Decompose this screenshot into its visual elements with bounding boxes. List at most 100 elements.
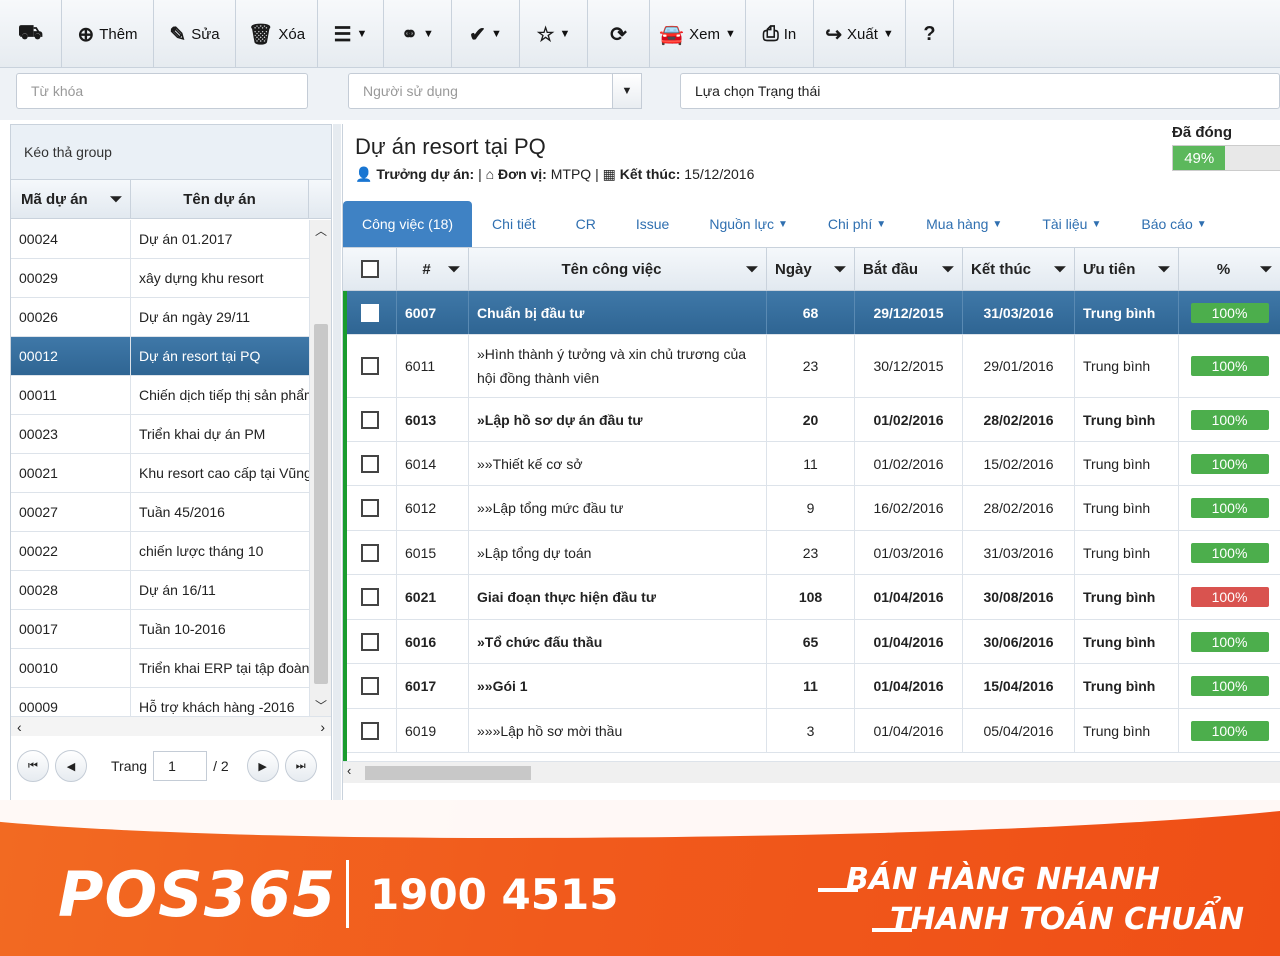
panel-splitter[interactable] <box>333 124 341 804</box>
keyword-input[interactable]: Từ khóa <box>16 73 308 109</box>
row-checkbox[interactable] <box>360 357 379 375</box>
table-row[interactable]: 6019 »»»Lập hồ sơ mời thầu 3 01/04/2016 05/0… <box>343 709 1280 753</box>
tab-0[interactable]: Công việc (18) <box>343 201 473 247</box>
row-select-cell[interactable] <box>343 709 397 752</box>
project-row[interactable]: 00024 Dự án 01.2017 <box>11 220 309 259</box>
toolbar-button-pencil[interactable]: ✎ Sửa <box>154 0 236 68</box>
project-row[interactable]: 00017 Tuần 10-2016 <box>11 610 309 649</box>
row-select-cell[interactable] <box>343 442 397 485</box>
toolbar-button-car[interactable]: 🚘 Xem ▼ <box>650 0 746 68</box>
col-end[interactable]: Kết thúc ⏷ <box>963 248 1075 290</box>
toolbar-button-plus-circle[interactable]: ⊕ Thêm <box>62 0 154 68</box>
table-row[interactable]: 6012 »»Lập tổng mức đầu tư 9 16/02/2016 28/0… <box>343 486 1280 531</box>
project-row[interactable]: 00023 Triển khai dự án PM <box>11 415 309 454</box>
row-checkbox[interactable] <box>360 499 379 517</box>
tab-2[interactable]: CR <box>556 201 616 247</box>
chevron-left-icon[interactable]: ‹ <box>17 719 22 735</box>
row-select-cell[interactable] <box>343 486 397 530</box>
toolbar-button-refresh[interactable]: ⟳ <box>588 0 650 68</box>
scroll-thumb[interactable] <box>314 324 328 684</box>
table-row[interactable]: 6021 Giai đoạn thực hiện đầu tư 108 01/04/2… <box>343 575 1280 620</box>
status-select[interactable]: Lựa chọn Trạng thái <box>680 73 1280 109</box>
table-row[interactable]: 6007 Chuẩn bị đầu tư 68 29/12/2015 31/03/201… <box>343 291 1280 335</box>
row-select-cell[interactable] <box>343 620 397 663</box>
project-row[interactable]: 00029 xây dựng khu resort <box>11 259 309 298</box>
vertical-scrollbar[interactable]: ︿ ﹀ <box>309 220 331 716</box>
tab-3[interactable]: Issue <box>616 201 689 247</box>
table-row[interactable]: 6014 »»Thiết kế cơ sở 11 01/02/2016 15/02/20… <box>343 442 1280 486</box>
row-select-cell[interactable] <box>343 291 397 334</box>
col-priority[interactable]: Ưu tiên ⏷ <box>1075 248 1179 290</box>
chevron-up-icon[interactable]: ︿ <box>310 222 332 239</box>
chevron-right-icon[interactable]: › <box>320 719 325 735</box>
toolbar-button-check-circle[interactable]: ✔ ▼ <box>452 0 520 68</box>
row-checkbox[interactable] <box>360 303 379 322</box>
table-row[interactable]: 6013 »Lập hồ sơ dự án đầu tư 20 01/02/2016 2… <box>343 398 1280 442</box>
toolbar-button-binoculars[interactable]: ⛟ <box>0 0 62 68</box>
filter-icon[interactable]: ⏷ <box>942 261 954 278</box>
project-row[interactable]: 00028 Dự án 16/11 <box>11 571 309 610</box>
filter-icon[interactable]: ⏷ <box>1054 261 1066 278</box>
page-input[interactable]: 1 <box>153 751 208 781</box>
toolbar-button-link[interactable]: ⚭ ▼ <box>384 0 452 68</box>
project-row[interactable]: 00026 Dự án ngày 29/11 <box>11 298 309 337</box>
tab-1[interactable]: Chi tiết <box>472 201 556 247</box>
toolbar-button-star[interactable]: ☆ ▼ <box>520 0 588 68</box>
tab-5[interactable]: Chi phí ▼ <box>808 201 906 247</box>
last-page-button[interactable]: ⏭ <box>284 750 317 782</box>
tab-7[interactable]: Tài liệu ▼ <box>1022 201 1121 247</box>
table-row[interactable]: 6015 »Lập tổng dự toán 23 01/03/2016 31/03/2… <box>343 531 1280 575</box>
filter-icon[interactable]: ⏷ <box>110 191 122 208</box>
col-percent[interactable]: % ⏷ <box>1179 248 1280 290</box>
chevron-down-icon[interactable]: ﹀ <box>310 697 332 714</box>
toolbar-button-share[interactable]: ↪ Xuất ▼ <box>814 0 906 68</box>
filter-icon[interactable]: ⏷ <box>834 261 846 278</box>
filter-icon[interactable]: ⏷ <box>1158 261 1170 278</box>
toolbar-button-help[interactable]: ? <box>906 0 954 68</box>
horizontal-scrollbar[interactable]: ‹ › <box>11 716 331 736</box>
grid-horizontal-scrollbar[interactable]: ‹ <box>343 761 1280 783</box>
prev-page-button[interactable]: ◀ <box>55 750 87 782</box>
scroll-thumb[interactable] <box>365 766 531 780</box>
select-all-cell[interactable] <box>343 248 397 290</box>
row-select-cell[interactable] <box>343 398 397 441</box>
project-row[interactable]: 00022 chiến lược tháng 10 <box>11 532 309 571</box>
toolbar-button-trash[interactable]: 🗑 Xóa <box>236 0 318 68</box>
tab-6[interactable]: Mua hàng ▼ <box>906 201 1022 247</box>
row-checkbox[interactable] <box>360 632 379 651</box>
col-task-name[interactable]: Tên công việc ⏷ <box>469 248 767 290</box>
table-row[interactable]: 6016 »Tổ chức đấu thầu 65 01/04/2016 30/06/2… <box>343 620 1280 664</box>
row-checkbox[interactable] <box>360 454 379 473</box>
col-id[interactable]: # ⏷ <box>397 248 469 290</box>
project-row[interactable]: 00010 Triển khai ERP tại tập đoàn X <box>11 649 309 688</box>
project-row[interactable]: 00021 Khu resort cao cấp tại Vũng Tàu <box>11 454 309 493</box>
project-row[interactable]: 00012 Dự án resort tại PQ <box>11 337 309 376</box>
user-dropdown-button[interactable]: ▼ <box>612 73 642 109</box>
table-row[interactable]: 6011 »Hình thành ý tưởng và xin chủ trươn… <box>343 335 1280 398</box>
table-row[interactable]: 6017 »»Gói 1 11 01/04/2016 15/04/2016 Trung b… <box>343 664 1280 709</box>
col-project-code[interactable]: Mã dự án ⏷ <box>11 180 131 218</box>
tab-4[interactable]: Nguồn lực ▼ <box>689 201 808 247</box>
row-checkbox[interactable] <box>360 677 379 695</box>
row-checkbox[interactable] <box>360 543 379 562</box>
row-checkbox[interactable] <box>360 410 379 429</box>
toolbar-button-menu[interactable]: ☰ ▼ <box>318 0 384 68</box>
project-row[interactable]: 00011 Chiến dịch tiếp thị sản phẩm <box>11 376 309 415</box>
user-select[interactable]: Người sử dụng <box>348 73 614 109</box>
first-page-button[interactable]: ⏮ <box>17 750 49 782</box>
row-select-cell[interactable] <box>343 575 397 619</box>
filter-icon[interactable]: ⏷ <box>448 261 460 278</box>
row-select-cell[interactable] <box>343 335 397 397</box>
filter-icon[interactable]: ⏷ <box>1260 261 1272 278</box>
row-checkbox[interactable] <box>360 588 379 606</box>
col-start[interactable]: Bắt đầu ⏷ <box>855 248 963 290</box>
col-project-name[interactable]: Tên dự án <box>131 180 309 218</box>
filter-icon[interactable]: ⏷ <box>746 261 758 278</box>
select-all-checkbox[interactable] <box>360 260 379 278</box>
project-row[interactable]: 00027 Tuần 45/2016 <box>11 493 309 532</box>
row-select-cell[interactable] <box>343 531 397 574</box>
next-page-button[interactable]: ▶ <box>246 750 279 782</box>
row-select-cell[interactable] <box>343 664 397 708</box>
toolbar-button-printer[interactable]: ⎙ In <box>746 0 814 68</box>
col-days[interactable]: Ngày ⏷ <box>767 248 855 290</box>
